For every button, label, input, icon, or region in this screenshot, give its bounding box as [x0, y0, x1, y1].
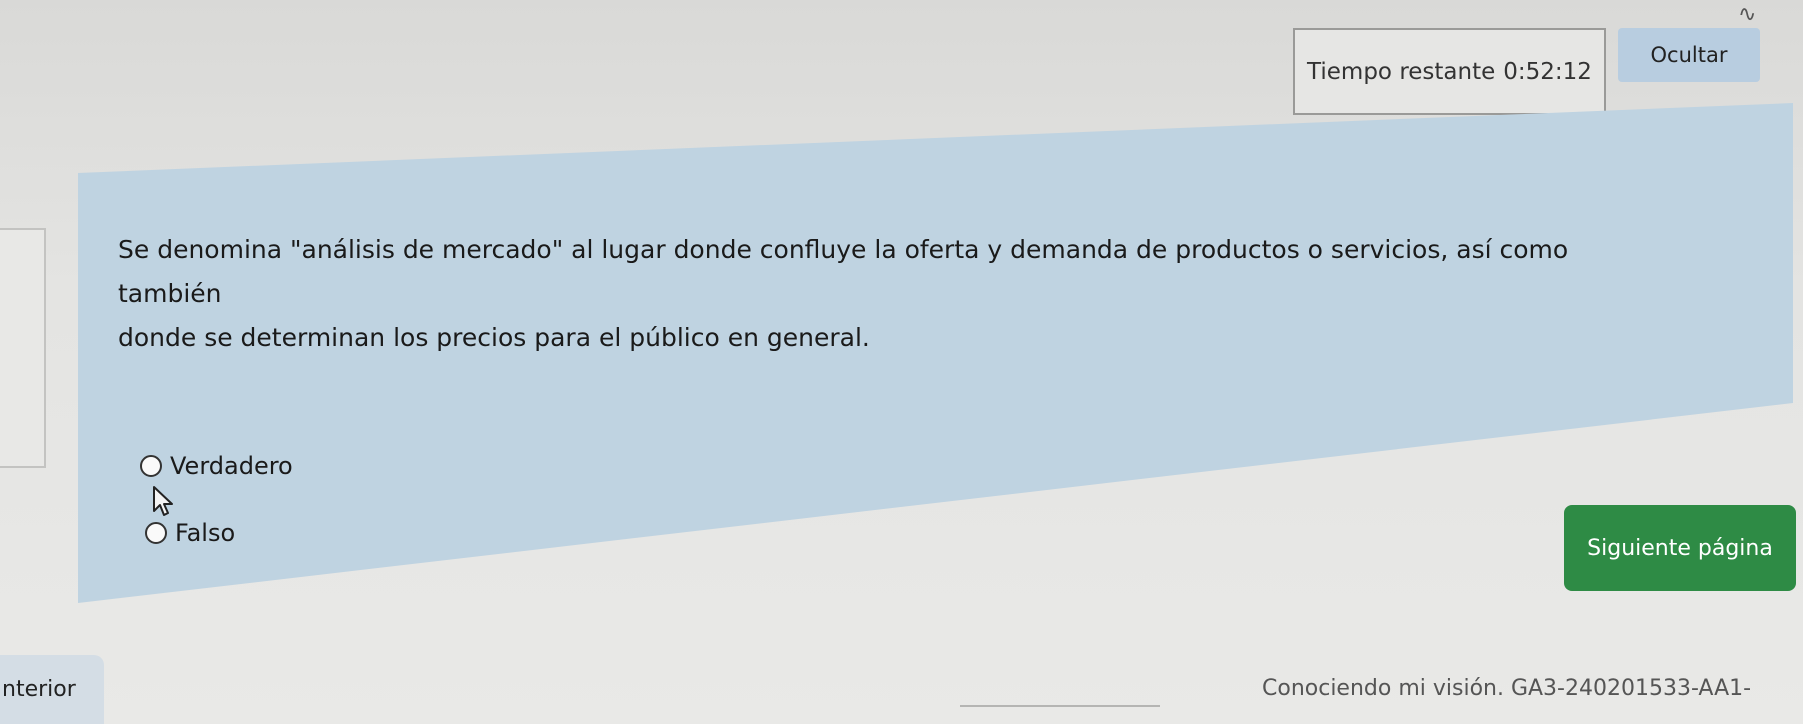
option-verdadero-label: Verdadero [170, 452, 293, 480]
time-remaining-label: Tiempo restante [1307, 58, 1496, 85]
next-page-button[interactable]: Siguiente página [1564, 505, 1796, 591]
side-frame [0, 228, 46, 468]
radio-falso[interactable] [145, 522, 167, 544]
activity-label: Conociendo mi visión. GA3-240201533-AA1- [1262, 676, 1752, 701]
partial-icon: ∿ [1738, 2, 1757, 27]
time-remaining-box: Tiempo restante 0:52:12 [1293, 28, 1606, 115]
previous-page-button[interactable]: nterior [0, 655, 104, 724]
bottom-divider [960, 705, 1160, 707]
time-remaining-value: 0:52:12 [1503, 58, 1592, 85]
mouse-cursor-icon [153, 486, 173, 516]
option-falso[interactable]: Falso [145, 519, 235, 547]
radio-verdadero[interactable] [140, 455, 162, 477]
option-verdadero[interactable]: Verdadero [140, 452, 293, 480]
hide-timer-button[interactable]: Ocultar [1618, 28, 1760, 82]
question-line-2: donde se determinan los precios para el … [118, 323, 870, 352]
question-line-1: Se denomina "análisis de mercado" al lug… [118, 235, 1569, 308]
question-text: Se denomina "análisis de mercado" al lug… [118, 228, 1678, 360]
option-falso-label: Falso [175, 519, 236, 547]
